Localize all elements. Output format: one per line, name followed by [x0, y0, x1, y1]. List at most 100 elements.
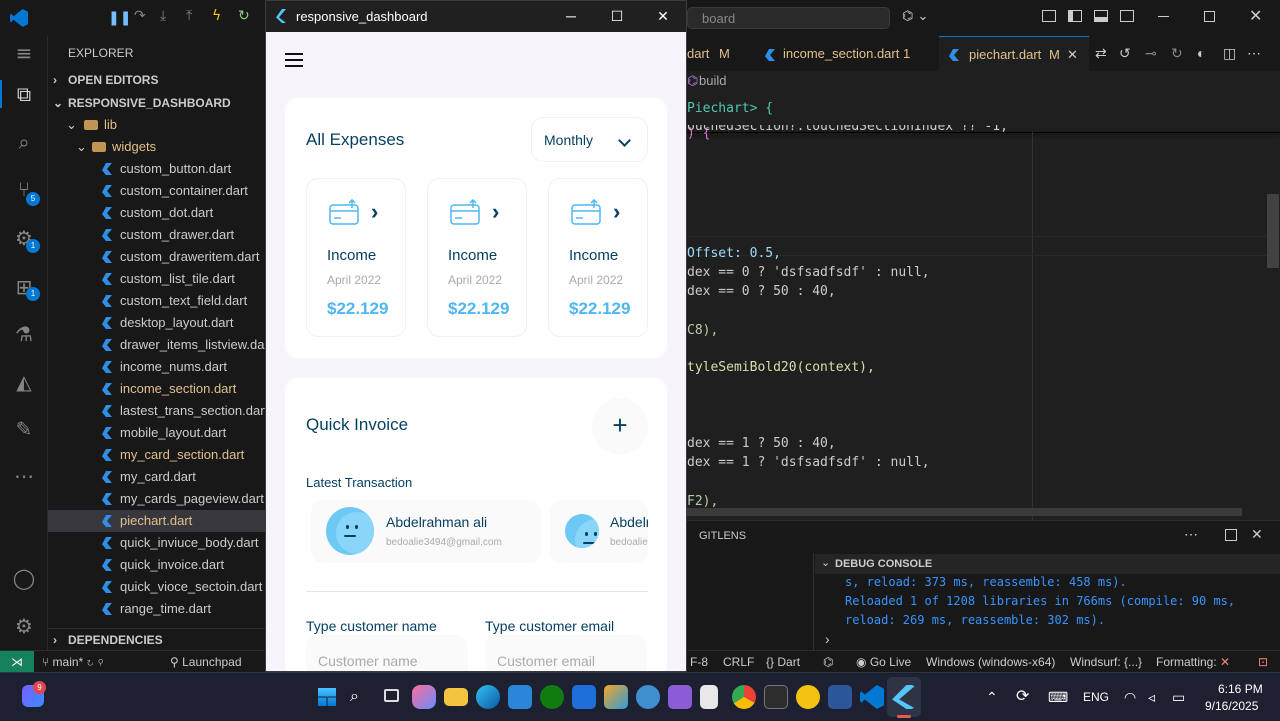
toggle-secondary-sidebar-icon[interactable]	[1120, 10, 1134, 22]
file-item[interactable]: mobile_layout.dart	[48, 422, 265, 444]
file-item[interactable]: range_time.dart	[48, 598, 265, 620]
battery-icon[interactable]: ▭	[1172, 673, 1185, 721]
tab-dart[interactable]: dart M	[687, 36, 747, 71]
visual-studio-icon[interactable]	[668, 685, 692, 709]
close-tab-icon[interactable]: ✕	[1067, 37, 1078, 72]
panel-more-icon[interactable]: ⋯	[1184, 526, 1198, 543]
maximize-icon[interactable]	[1204, 11, 1215, 22]
photos-icon[interactable]	[604, 685, 628, 709]
close-panel-icon[interactable]: ✕	[1251, 526, 1263, 543]
tab-income-section[interactable]: income_section.dart 1	[757, 36, 937, 71]
formatting-status[interactable]: Formatting: ✕	[1156, 651, 1230, 673]
file-item[interactable]: income_section.dart	[48, 378, 265, 400]
file-item[interactable]: quick_vioce_sectoin.dart	[48, 576, 265, 598]
layout-icon[interactable]	[1042, 10, 1056, 22]
panel-tab-gitlens[interactable]: GITLENS	[699, 530, 746, 542]
wifi-icon[interactable]: ◠	[1124, 673, 1136, 721]
clock-time[interactable]: 6:16 PM	[1218, 682, 1263, 696]
devhome-icon[interactable]	[636, 685, 660, 709]
keyboard-icon[interactable]: ⌨	[1048, 673, 1068, 721]
customer-email-field[interactable]	[485, 635, 647, 671]
console-input-chevron-icon[interactable]: ›	[825, 631, 830, 647]
file-item[interactable]: lastest_trans_section.dart	[48, 400, 265, 422]
app-maximize-button[interactable]: ☐	[594, 1, 640, 32]
testing-icon[interactable]: ⚗	[12, 322, 36, 346]
encoding-status[interactable]: F-8	[690, 651, 708, 673]
store-icon[interactable]	[508, 685, 532, 709]
split-editor-icon[interactable]: ◫	[1223, 45, 1236, 62]
file-explorer-icon[interactable]	[444, 688, 468, 706]
branch-status[interactable]: ⑂ main* ↻ ⚲	[42, 651, 104, 673]
breadcrumb-item[interactable]: build	[699, 73, 726, 88]
restart-icon[interactable]: ↻	[238, 8, 250, 24]
project-section[interactable]: ⌄ RESPONSIVE_DASHBOARD	[48, 92, 265, 114]
xbox-icon[interactable]	[540, 685, 564, 709]
language-indicator[interactable]: ENG	[1083, 673, 1109, 721]
file-item[interactable]: my_card.dart	[48, 466, 265, 488]
show-hidden-icons[interactable]: ⌃	[986, 673, 998, 721]
debug-console-header[interactable]: ⌄ DEBUG CONSOLE	[815, 554, 1280, 574]
customer-name-field[interactable]	[306, 635, 468, 671]
vertical-scrollbar[interactable]	[1267, 194, 1279, 268]
search-taskbar-icon[interactable]: ⌕	[350, 686, 359, 706]
volume-icon[interactable]: ◃	[1148, 673, 1155, 721]
file-item[interactable]: custom_dot.dart	[48, 202, 265, 224]
flutter-icon[interactable]: ◭	[12, 370, 36, 394]
go-live-status[interactable]: ◉ Go Live	[856, 651, 911, 673]
copilot-icon[interactable]: ⌬ ⌄	[902, 9, 928, 24]
chevron-right-icon[interactable]: ›	[371, 199, 378, 225]
period-dropdown[interactable]: Monthly	[531, 117, 648, 162]
toggle-panel-icon[interactable]	[1094, 10, 1108, 22]
file-item[interactable]: custom_button.dart	[48, 158, 265, 180]
chrome-icon[interactable]	[732, 685, 756, 709]
command-search[interactable]: board	[687, 7, 890, 29]
edge-icon[interactable]	[476, 685, 500, 709]
chevron-right-icon[interactable]: ›	[613, 199, 620, 225]
file-item[interactable]: my_card_section.dart	[48, 444, 265, 466]
pen-icon[interactable]: ✎	[12, 417, 36, 441]
copilot-app-icon[interactable]	[412, 685, 436, 709]
windsurf-status[interactable]: Windsurf: {...}	[1070, 651, 1142, 673]
more-icon[interactable]: ⋯	[12, 464, 36, 488]
toggle-sidebar-icon[interactable]	[1068, 10, 1082, 22]
menu-icon[interactable]: ≡	[12, 41, 36, 65]
sync-tray-icon[interactable]: ⟳	[1016, 673, 1029, 721]
account-icon[interactable]: ◯	[12, 566, 36, 590]
file-item[interactable]: quick_inviuce_body.dart	[48, 532, 265, 554]
file-item[interactable]: drawer_items_listview.dart	[48, 334, 265, 356]
dependencies-section[interactable]: › DEPENDENCIES	[48, 628, 265, 650]
remote-indicator[interactable]: ⋊	[0, 651, 34, 673]
compare-icon[interactable]: ⇄	[1095, 45, 1107, 62]
file-item[interactable]: custom_drawer.dart	[48, 224, 265, 246]
eol-status[interactable]: CRLF	[723, 651, 754, 673]
file-item[interactable]: custom_list_tile.dart	[48, 268, 265, 290]
code-editor[interactable]: dart M income_section.dart 1 piechart.da…	[687, 36, 1280, 520]
launchpad-status[interactable]: ⚲ Launchpad	[170, 651, 242, 673]
app-close-button[interactable]: ✕	[640, 1, 686, 32]
file-item[interactable]: my_cards_pageview.dart	[48, 488, 265, 510]
transaction-item[interactable]: Abdelrahman ali bedoalie3494@gmail.com	[550, 500, 648, 563]
search-icon[interactable]: ⌕	[12, 130, 36, 154]
more-actions-icon[interactable]: ⋯	[1247, 45, 1261, 62]
add-invoice-button[interactable]: +	[592, 398, 648, 454]
expense-item-card[interactable]: › Income April 2022 $22.129	[427, 178, 527, 337]
clock-date[interactable]: 9/16/2025	[1205, 699, 1258, 713]
file-item[interactable]: income_nums.dart	[48, 356, 265, 378]
file-item[interactable]: custom_container.dart	[48, 180, 265, 202]
step-out-icon[interactable]: ⤒	[186, 8, 192, 24]
copilot-status-icon[interactable]: ⌬	[823, 651, 833, 673]
chevron-right-icon[interactable]: ›	[492, 199, 499, 225]
step-over-icon[interactable]: ↷	[134, 8, 146, 24]
step-into-icon[interactable]: ⤓	[160, 8, 166, 24]
expense-item-card[interactable]: › Income April 2022 $22.129	[306, 178, 406, 337]
open-editors-section[interactable]: › OPEN EDITORS	[48, 69, 265, 91]
start-icon[interactable]	[318, 688, 336, 706]
flutter-outline-icon[interactable]: ◐	[1197, 45, 1205, 61]
pen-app-icon[interactable]	[572, 685, 596, 709]
folder-widgets[interactable]: ⌄ widgets	[48, 136, 265, 158]
commit-icon[interactable]: ⊸	[1145, 45, 1157, 62]
manage-gear-icon[interactable]: ⚙	[12, 614, 36, 638]
minimize-icon[interactable]	[1158, 16, 1169, 17]
expense-item-card[interactable]: › Income April 2022 $22.129	[548, 178, 648, 337]
file-item[interactable]: custom_text_field.dart	[48, 290, 265, 312]
